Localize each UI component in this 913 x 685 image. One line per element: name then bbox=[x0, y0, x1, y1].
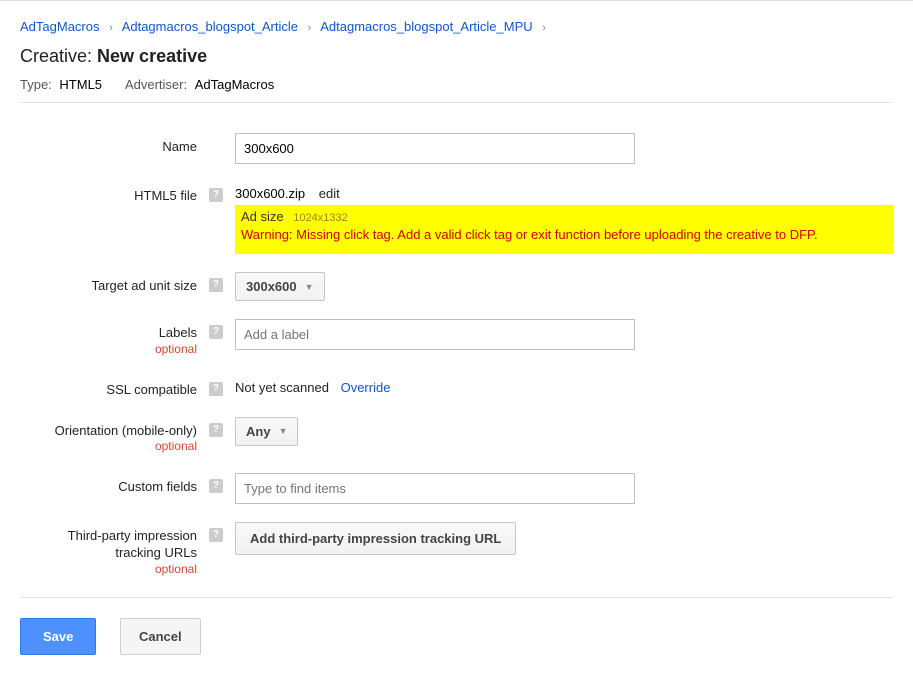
save-button[interactable]: Save bbox=[20, 618, 96, 655]
breadcrumb-separator: › bbox=[308, 22, 312, 34]
help-icon[interactable]: ? bbox=[209, 278, 223, 292]
orientation-label: Orientation (mobile-only) bbox=[55, 423, 197, 438]
optional-text: optional bbox=[20, 342, 197, 358]
target-ad-unit-dropdown[interactable]: 300x600 ▼ bbox=[235, 272, 325, 301]
divider bbox=[20, 102, 893, 103]
advertiser-label: Advertiser: bbox=[125, 77, 187, 92]
name-label: Name bbox=[20, 133, 205, 156]
advertiser-value: AdTagMacros bbox=[195, 77, 274, 92]
help-icon[interactable]: ? bbox=[209, 325, 223, 339]
labels-input[interactable] bbox=[235, 319, 635, 350]
chevron-down-icon: ▼ bbox=[279, 426, 288, 436]
html5-file-label: HTML5 file bbox=[20, 182, 205, 205]
orientation-dropdown[interactable]: Any ▼ bbox=[235, 417, 298, 446]
optional-text: optional bbox=[20, 562, 197, 578]
edit-link[interactable]: edit bbox=[319, 186, 340, 201]
footer-actions: Save Cancel bbox=[20, 597, 893, 675]
meta-info: Type: HTML5 Advertiser: AdTagMacros bbox=[20, 77, 893, 92]
ad-size-value: 1024x1332 bbox=[293, 212, 347, 224]
warning-box: Ad size 1024x1332 Warning: Missing click… bbox=[235, 205, 893, 254]
file-name: 300x600.zip bbox=[235, 186, 305, 201]
breadcrumb-item-2[interactable]: Adtagmacros_blogspot_Article bbox=[122, 19, 298, 34]
tracking-label: Third-party impression tracking URLs bbox=[68, 528, 197, 560]
help-icon[interactable]: ? bbox=[209, 188, 223, 202]
target-ad-unit-label: Target ad unit size bbox=[20, 272, 205, 295]
breadcrumb-item-1[interactable]: AdTagMacros bbox=[20, 19, 99, 34]
breadcrumb-separator: › bbox=[542, 22, 546, 34]
type-label: Type: bbox=[20, 77, 52, 92]
custom-fields-label: Custom fields bbox=[20, 473, 205, 496]
cancel-button[interactable]: Cancel bbox=[120, 618, 201, 655]
title-prefix: Creative: bbox=[20, 46, 92, 66]
help-icon[interactable]: ? bbox=[209, 423, 223, 437]
custom-fields-input[interactable] bbox=[235, 473, 635, 504]
breadcrumb-item-3[interactable]: Adtagmacros_blogspot_Article_MPU bbox=[320, 19, 532, 34]
help-icon[interactable]: ? bbox=[209, 382, 223, 396]
chevron-down-icon: ▼ bbox=[305, 282, 314, 292]
orientation-value: Any bbox=[246, 424, 271, 439]
optional-text: optional bbox=[20, 439, 197, 455]
title-name: New creative bbox=[97, 46, 207, 66]
name-input[interactable] bbox=[235, 133, 635, 164]
breadcrumb: AdTagMacros › Adtagmacros_blogspot_Artic… bbox=[20, 11, 893, 46]
help-icon[interactable]: ? bbox=[209, 528, 223, 542]
ssl-label: SSL compatible bbox=[20, 376, 205, 399]
ad-size-label: Ad size bbox=[241, 209, 284, 224]
ssl-status: Not yet scanned bbox=[235, 380, 329, 395]
breadcrumb-separator: › bbox=[109, 22, 113, 34]
help-icon[interactable]: ? bbox=[209, 479, 223, 493]
type-value: HTML5 bbox=[59, 77, 102, 92]
override-link[interactable]: Override bbox=[341, 380, 391, 395]
add-tracking-url-button[interactable]: Add third-party impression tracking URL bbox=[235, 522, 516, 555]
warning-text: Warning: Missing click tag. Add a valid … bbox=[241, 226, 887, 244]
labels-label: Labels bbox=[159, 325, 197, 340]
page-title: Creative: New creative bbox=[20, 46, 893, 67]
target-ad-unit-value: 300x600 bbox=[246, 279, 297, 294]
